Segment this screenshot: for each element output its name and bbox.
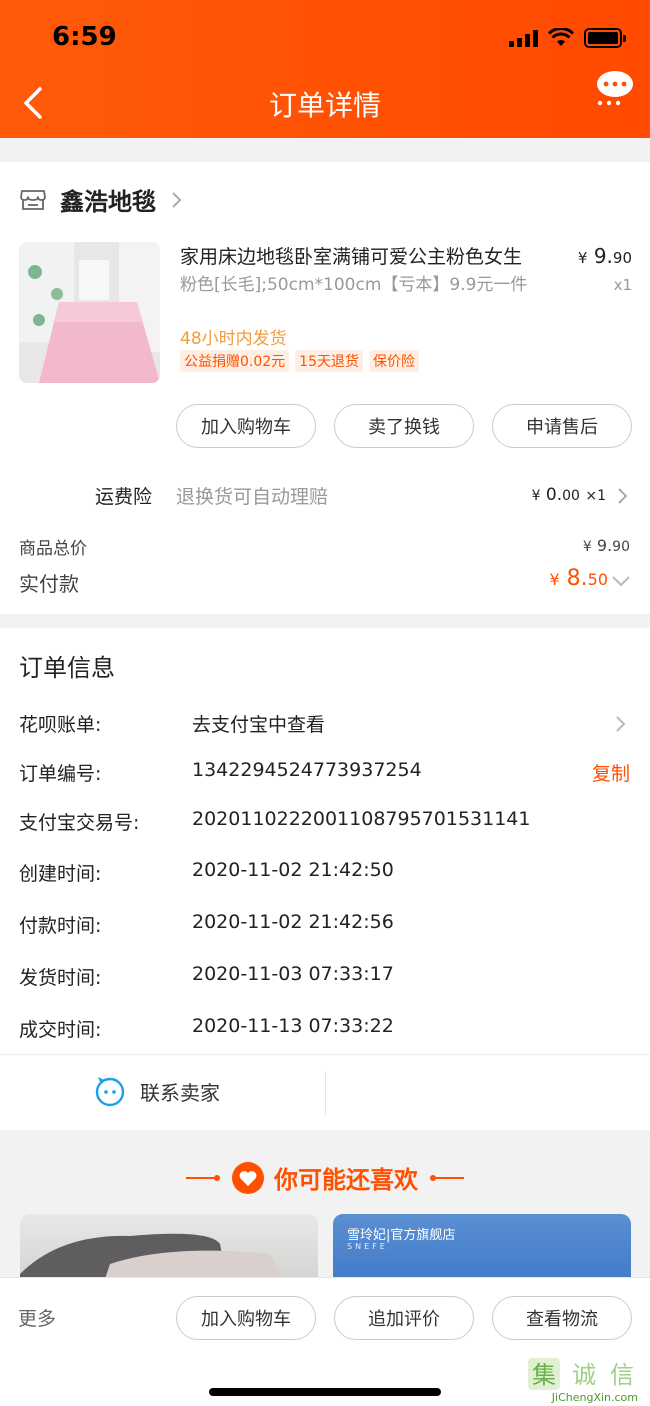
page-title: 订单详情	[268, 89, 381, 122]
chevron-right-icon	[172, 191, 182, 208]
watermark-site: JiChengXin.com	[551, 1391, 638, 1404]
order-info-title: 订单信息	[19, 654, 115, 682]
contact-seller-label: 联系卖家	[140, 1080, 220, 1105]
huabei-bill-row[interactable]: 花呗账单: 去支付宝中查看	[0, 710, 650, 740]
heart-icon	[232, 1161, 264, 1194]
seller-chat-icon	[95, 1077, 125, 1107]
watermark: 集 诚 信 JiChengXin.com	[526, 1356, 646, 1404]
svg-text:诚: 诚	[572, 1361, 596, 1389]
contact-bar: 联系卖家	[0, 1054, 650, 1130]
created-time-row: 创建时间: 2020-11-02 21:42:50	[0, 859, 650, 889]
info-label: 发货时间:	[19, 967, 102, 989]
app-header: 6:59 订单详情	[0, 0, 650, 138]
order-info-card: 订单信息 花呗账单: 去支付宝中查看 订单编号: 134229452477393…	[0, 628, 650, 1130]
recommend-brand-sub: SNEFE	[347, 1242, 388, 1251]
shipped-time-row: 发货时间: 2020-11-03 07:33:17	[0, 963, 650, 993]
total-price: ¥ 9.90	[582, 536, 630, 555]
recommend-header: 你可能还喜欢	[0, 1160, 650, 1195]
add-review-button[interactable]: 追加评价	[334, 1296, 474, 1340]
home-indicator	[209, 1388, 441, 1396]
signal-icon	[509, 29, 538, 47]
deal-time-row: 成交时间: 2020-11-13 07:33:22	[0, 1015, 650, 1045]
svg-text:信: 信	[610, 1361, 634, 1389]
wifi-icon	[548, 28, 574, 46]
recommend-title: 你可能还喜欢	[274, 1166, 418, 1194]
info-label: 付款时间:	[19, 915, 102, 937]
tag-return: 15天退货	[295, 350, 363, 372]
chevron-down-icon[interactable]	[610, 574, 632, 588]
paid-time-row: 付款时间: 2020-11-02 21:42:56	[0, 911, 650, 941]
chat-bubble-icon[interactable]	[594, 68, 636, 108]
contact-seller-button[interactable]: 联系卖家	[94, 1075, 220, 1107]
product-price: ¥ 9.90	[577, 244, 632, 268]
decor-line-left	[186, 1174, 220, 1181]
info-label: 成交时间:	[19, 1019, 102, 1041]
tag-insurance: 保价险	[369, 350, 419, 372]
info-value: 2020110222001108795701531141	[192, 808, 531, 830]
decor-line-right	[430, 1174, 464, 1181]
chevron-right-icon	[616, 716, 626, 732]
order-number-row: 订单编号: 1342294524773937254 复制	[0, 759, 650, 789]
info-label: 支付宝交易号:	[19, 812, 140, 834]
shop-name: 鑫浩地毯	[60, 188, 156, 216]
info-value: 2020-11-03 07:33:17	[192, 963, 394, 985]
shop-row[interactable]: 鑫浩地毯	[20, 182, 182, 217]
svg-text:集: 集	[532, 1361, 556, 1389]
info-value: 去支付宝中查看	[192, 714, 326, 736]
paid-label: 实付款	[19, 572, 79, 596]
info-value: 2020-11-02 21:42:56	[192, 911, 394, 933]
view-logistics-button[interactable]: 查看物流	[492, 1296, 632, 1340]
shop-card: 鑫浩地毯 家用床边地毯卧室满铺可爱公主粉色女生 粉色[长毛];50cm*100c…	[0, 162, 650, 614]
battery-icon	[584, 28, 626, 48]
product-title[interactable]: 家用床边地毯卧室满铺可爱公主粉色女生	[180, 242, 560, 269]
bottom-buttons: 加入购物车 追加评价 查看物流	[176, 1296, 632, 1340]
add-to-cart-button-bottom[interactable]: 加入购物车	[176, 1296, 316, 1340]
item-actions: 加入购物车 卖了换钱 申请售后	[176, 404, 632, 448]
chevron-right-icon	[618, 488, 628, 504]
recommend-brand: 雪玲妃|官方旗舰店	[347, 1228, 456, 1243]
info-label: 订单编号:	[19, 763, 102, 785]
insurance-label: 运费险	[95, 486, 153, 508]
insurance-desc: 退换货可自动理赔	[176, 486, 329, 508]
resell-button[interactable]: 卖了换钱	[334, 404, 474, 448]
add-to-cart-button[interactable]: 加入购物车	[176, 404, 316, 448]
product-sku: 粉色[长毛];50cm*100cm【亏本】9.9元一件	[180, 275, 528, 295]
bottom-action-bar: 更多 加入购物车 追加评价 查看物流 集 诚 信 JiChengXin.com	[0, 1277, 650, 1406]
order-number: 1342294524773937254	[192, 759, 422, 781]
product-image[interactable]	[19, 242, 160, 383]
info-value: 2020-11-02 21:42:50	[192, 859, 394, 881]
store-icon	[20, 189, 46, 210]
divider	[325, 1071, 326, 1115]
total-label: 商品总价	[19, 539, 87, 559]
after-sales-button[interactable]: 申请售后	[492, 404, 632, 448]
alipay-trade-row: 支付宝交易号: 2020110222001108795701531141	[0, 808, 650, 838]
status-icons	[509, 28, 626, 48]
tag-row: 公益捐赠0.02元 15天退货 保价险	[180, 350, 419, 372]
paid-price: ¥ 8.50	[549, 566, 608, 591]
info-label: 花呗账单:	[19, 714, 102, 736]
status-time: 6:59	[52, 22, 117, 52]
insurance-price: ¥ 0.00 ×1	[531, 485, 606, 505]
info-label: 创建时间:	[19, 863, 102, 885]
more-button[interactable]: 更多	[18, 1304, 56, 1331]
ship-note: 48小时内发货	[180, 329, 287, 349]
shipping-insurance-row[interactable]: 运费险 退换货可自动理赔 ¥ 0.00 ×1	[0, 472, 650, 522]
product-qty: x1	[613, 276, 632, 294]
tag-charity: 公益捐赠0.02元	[180, 350, 290, 372]
copy-button[interactable]: 复制	[592, 759, 630, 786]
info-value: 2020-11-13 07:33:22	[192, 1015, 394, 1037]
